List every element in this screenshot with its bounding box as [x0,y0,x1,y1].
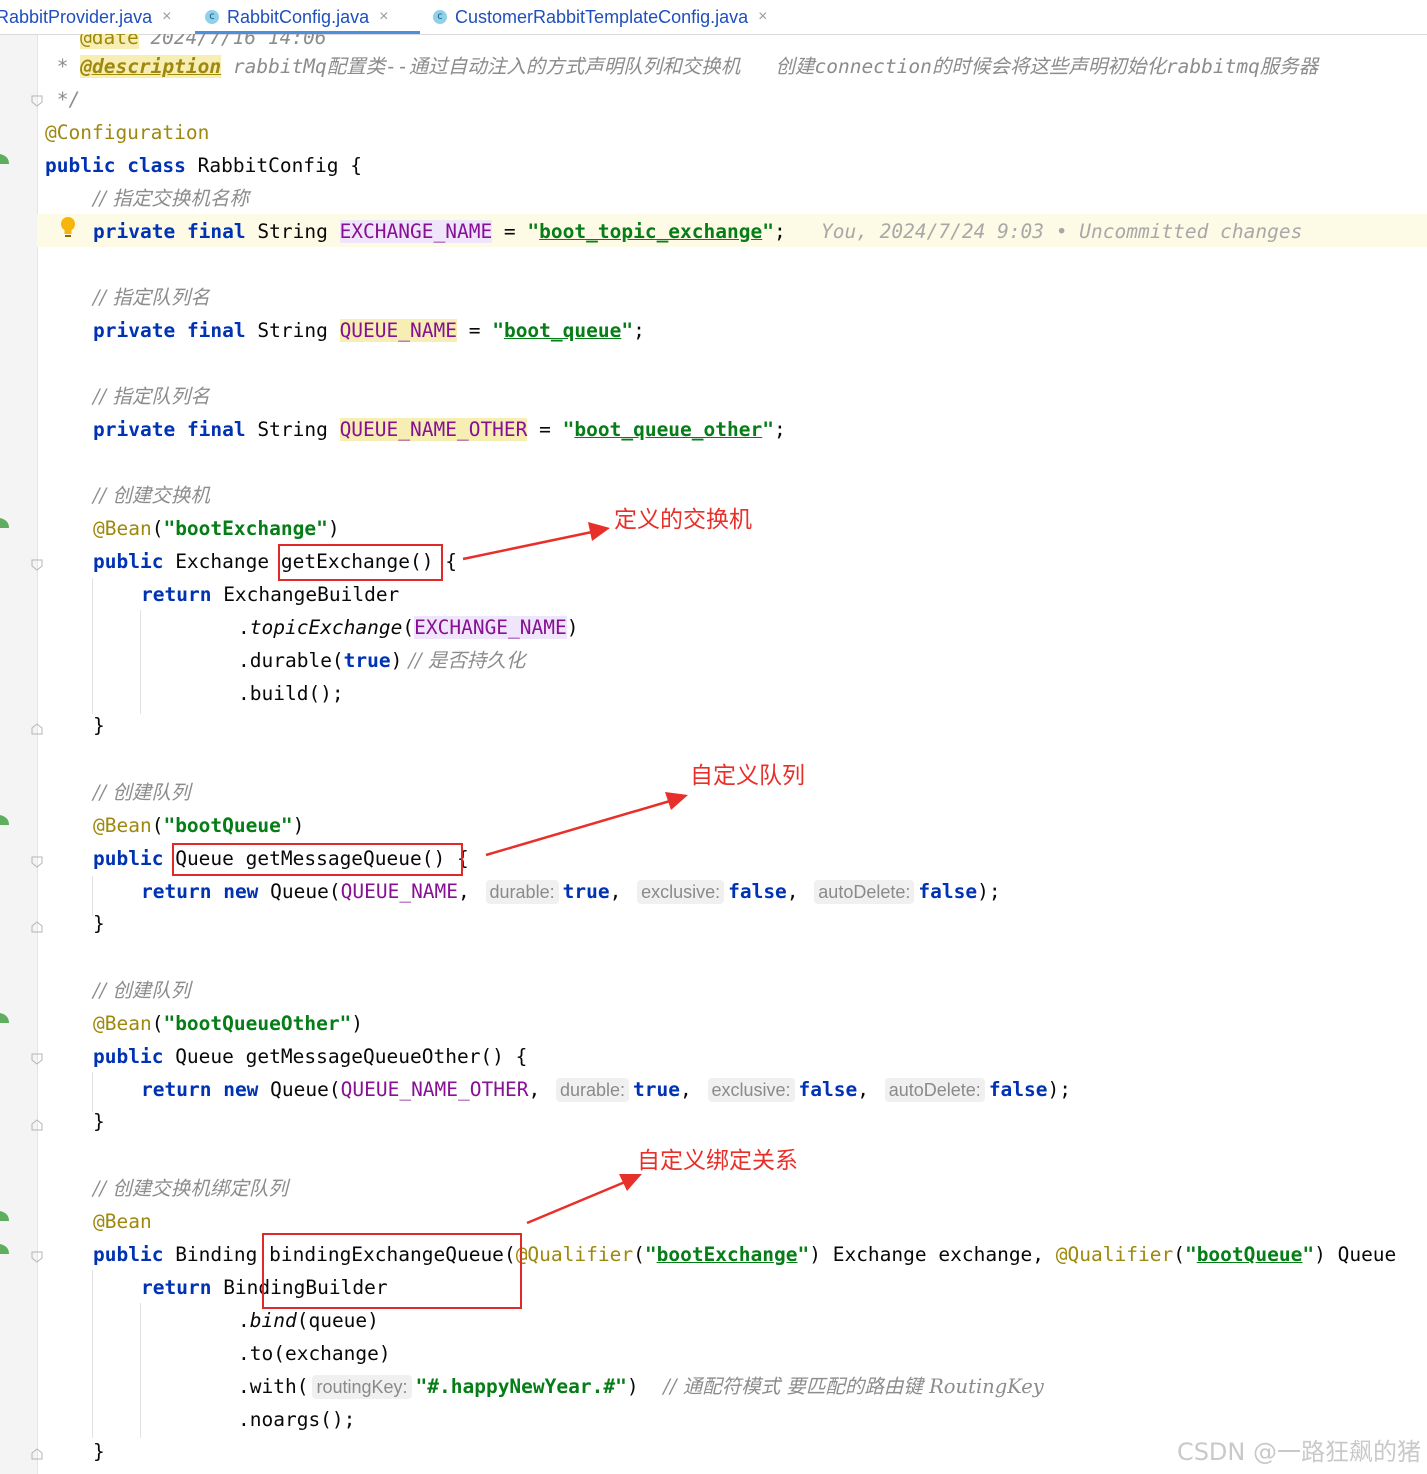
annotation-arrows [462,522,688,1225]
annotation-label-exchange: 定义的交换机 [614,507,752,533]
annotation-label-queue: 自定义队列 [690,763,805,789]
arrowhead-exchange [588,522,610,541]
arrow-binding [526,1180,626,1225]
arrow-queue [485,799,671,857]
arrow-exchange [462,530,593,561]
annotation-label-binding: 自定义绑定关系 [637,1148,798,1174]
arrowhead-queue [665,792,688,810]
watermark: CSDN @一路狂飙的猪 [1176,1438,1421,1466]
